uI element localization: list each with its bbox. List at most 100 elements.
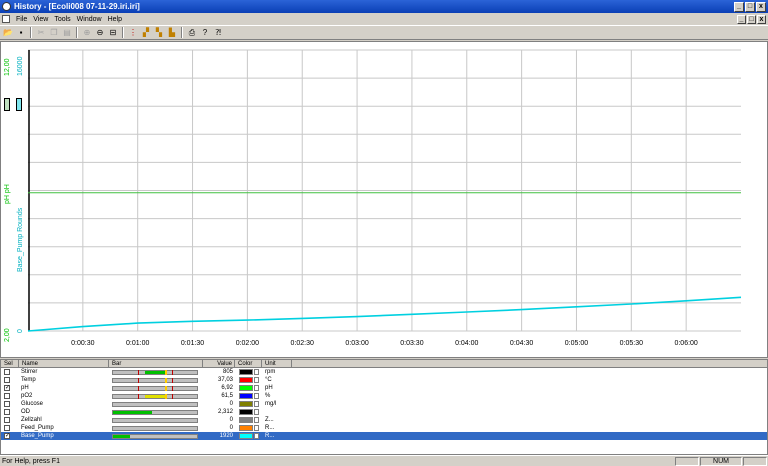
color-picker-button[interactable]	[254, 401, 259, 407]
channel-color-swatch[interactable]	[239, 425, 253, 431]
header-color[interactable]: Color	[235, 360, 262, 367]
x-tick-label: 0:02:30	[291, 340, 314, 347]
row-checkbox[interactable]	[4, 417, 10, 423]
app-icon[interactable]	[2, 2, 11, 11]
menu-view[interactable]: View	[30, 16, 51, 23]
menu-help[interactable]: Help	[105, 16, 125, 23]
toolbar-separator	[181, 27, 183, 38]
x-tick-label: 0:04:30	[510, 340, 533, 347]
help-icon[interactable]: ?	[199, 27, 211, 39]
zoom-out-icon[interactable]: ⊖	[94, 27, 106, 39]
open-icon[interactable]: 📂	[2, 27, 14, 39]
list-header: Sel Name Bar Value Color Unit	[1, 360, 767, 368]
header-value[interactable]: Value	[203, 360, 235, 367]
copy-icon[interactable]: ❐	[48, 27, 60, 39]
toolbar-separator	[122, 27, 124, 38]
channel-color-swatch[interactable]	[239, 393, 253, 399]
x-tick-label: 0:06:00	[674, 340, 697, 347]
channel-name: Base_Pump	[21, 433, 54, 439]
row-checkbox[interactable]	[4, 409, 10, 415]
color-picker-button[interactable]	[254, 393, 259, 399]
child-restore-button[interactable]: □	[747, 14, 756, 24]
maximize-button[interactable]: □	[745, 1, 755, 12]
header-bar[interactable]: Bar	[109, 360, 203, 367]
channel-color-swatch[interactable]	[239, 377, 253, 383]
base-pump-axis-label: Base_Pump Rounds	[17, 207, 24, 272]
channel-color-swatch[interactable]	[239, 409, 253, 415]
color-picker-button[interactable]	[254, 425, 259, 431]
color-picker-button[interactable]	[254, 385, 259, 391]
y-axis-panel: 12,00 2,00 pH pH 16000 0 Base_Pump Round…	[1, 42, 29, 357]
export-icon[interactable]: ▞	[140, 27, 152, 39]
color-picker-button[interactable]	[254, 377, 259, 383]
ph-axis-handle[interactable]	[4, 98, 10, 111]
channel-color-swatch[interactable]	[239, 385, 253, 391]
channel-color-swatch[interactable]	[239, 417, 253, 423]
channel-color-swatch[interactable]	[239, 433, 253, 439]
table-row[interactable]: ✓ pH 6,92 pH	[1, 384, 767, 392]
channel-name: pO2	[21, 393, 33, 399]
row-checkbox[interactable]	[4, 369, 10, 375]
plot-area[interactable]: 12,00 2,00 pH pH 16000 0 Base_Pump Round…	[0, 41, 768, 358]
channel-unit: %	[265, 393, 271, 399]
zoom-in-icon[interactable]: ⊕	[81, 27, 93, 39]
title-bar[interactable]: History - [Ecoli008 07-11-29.iri.iri] _ …	[0, 0, 768, 13]
row-checkbox[interactable]: ✓	[4, 433, 10, 439]
x-tick-label: 0:04:00	[455, 340, 478, 347]
header-sel[interactable]: Sel	[1, 360, 19, 367]
status-message: For Help, press F1	[2, 457, 60, 465]
channel-value: 2,312	[217, 409, 233, 415]
header-name[interactable]: Name	[19, 360, 109, 367]
status-bar: For Help, press F1 NUM	[0, 455, 768, 466]
window-title: History - [Ecoli008 07-11-29.iri.iri]	[14, 2, 140, 11]
ph-axis-top-label: 12,00	[4, 58, 11, 76]
document-icon[interactable]	[2, 15, 10, 23]
channel-color-swatch[interactable]	[239, 401, 253, 407]
table-row[interactable]: ✓ Base_Pump 1920 R...	[1, 432, 767, 440]
marker-icon[interactable]: ⋮	[127, 27, 139, 39]
channel-name: Zellzahl	[21, 417, 42, 423]
channel-bar	[112, 425, 198, 431]
row-checkbox[interactable]	[4, 377, 10, 383]
table-row[interactable]: Glucose 0 mg/l	[1, 400, 767, 408]
menu-window[interactable]: Window	[74, 16, 105, 23]
channel-color-swatch[interactable]	[239, 369, 253, 375]
save-icon[interactable]: ▪	[15, 27, 27, 39]
paste-icon[interactable]: ▤	[61, 27, 73, 39]
context-help-icon[interactable]: ⁈	[212, 27, 224, 39]
row-checkbox[interactable]	[4, 401, 10, 407]
import-icon[interactable]: ▚	[153, 27, 165, 39]
table-row[interactable]: Feed_Pump 0 R...	[1, 424, 767, 432]
header-unit[interactable]: Unit	[262, 360, 292, 367]
print-icon[interactable]: ⎙	[186, 27, 198, 39]
table-row[interactable]: Stirrer 805 rpm	[1, 368, 767, 376]
row-checkbox[interactable]	[4, 425, 10, 431]
row-checkbox[interactable]: ✓	[4, 385, 10, 391]
cut-icon[interactable]: ✂	[35, 27, 47, 39]
channel-bar	[112, 393, 198, 399]
settings-icon[interactable]: ▙	[166, 27, 178, 39]
child-minimize-button[interactable]: _	[737, 14, 746, 24]
close-button[interactable]: x	[756, 1, 766, 12]
fit-icon[interactable]: ⊟	[107, 27, 119, 39]
child-close-button[interactable]: x	[757, 14, 766, 24]
color-picker-button[interactable]	[254, 409, 259, 415]
channel-name: OD	[21, 409, 30, 415]
table-row[interactable]: Temp 37,03 °C	[1, 376, 767, 384]
base-pump-axis-bottom-label: 0	[17, 329, 24, 333]
table-row[interactable]: OD 2,312	[1, 408, 767, 416]
color-picker-button[interactable]	[254, 369, 259, 375]
minimize-button[interactable]: _	[734, 1, 744, 12]
table-row[interactable]: Zellzahl 0 Z...	[1, 416, 767, 424]
ph-axis-label: pH pH	[4, 184, 11, 204]
color-picker-button[interactable]	[254, 417, 259, 423]
status-pane	[743, 456, 767, 466]
channel-bar	[112, 409, 198, 415]
color-picker-button[interactable]	[254, 433, 259, 439]
channel-bar	[112, 377, 198, 383]
row-checkbox[interactable]	[4, 393, 10, 399]
menu-tools[interactable]: Tools	[51, 16, 73, 23]
table-row[interactable]: pO2 61,5 %	[1, 392, 767, 400]
menu-file[interactable]: File	[13, 16, 30, 23]
base-pump-axis-handle[interactable]	[16, 98, 22, 111]
